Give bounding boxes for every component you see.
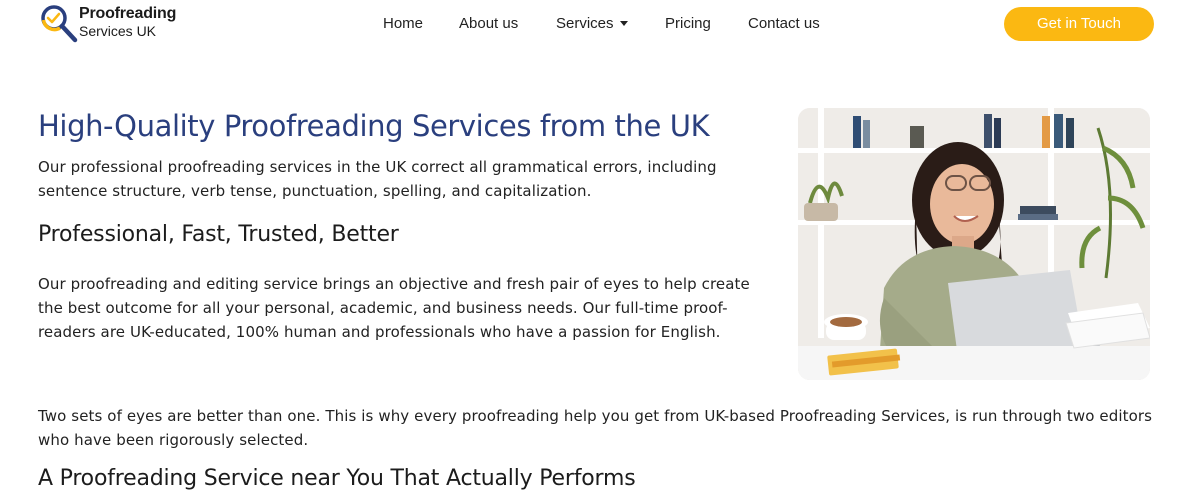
chevron-down-icon (619, 21, 628, 26)
magnifier-icon (41, 5, 78, 43)
body-paragraph-two-editors: Two sets of eyes are better than one. Th… (38, 407, 1153, 449)
intro-paragraph: Our professional proofreading services i… (38, 158, 717, 200)
nav-pricing[interactable]: Pricing (665, 14, 711, 34)
nav-services-label: Services (556, 15, 614, 32)
nav-services[interactable]: Services (556, 14, 628, 34)
woman-with-laptop-photo (798, 108, 1150, 380)
site-logo[interactable]: Proofreading Services UK (38, 2, 188, 46)
section-heading-professional: Professional, Fast, Trusted, Better (38, 222, 399, 247)
body-paragraph-service: Our proofreading and editing service bri… (38, 275, 750, 341)
section-heading-near-you: A Proofreading Service near You That Act… (38, 466, 636, 491)
page-title: High-Quality Proofreading Services from … (38, 109, 710, 143)
site-header: Proofreading Services UK Home About us S… (0, 0, 1201, 48)
photo-illustration (798, 108, 1150, 380)
nav-contact-us[interactable]: Contact us (748, 14, 820, 34)
logo-text-line2: Services UK (79, 23, 157, 39)
nav-home[interactable]: Home (383, 14, 423, 34)
nav-about-us[interactable]: About us (459, 14, 518, 34)
get-in-touch-button[interactable]: Get in Touch (1004, 7, 1154, 41)
logo-text-line1: Proofreading (79, 5, 177, 22)
